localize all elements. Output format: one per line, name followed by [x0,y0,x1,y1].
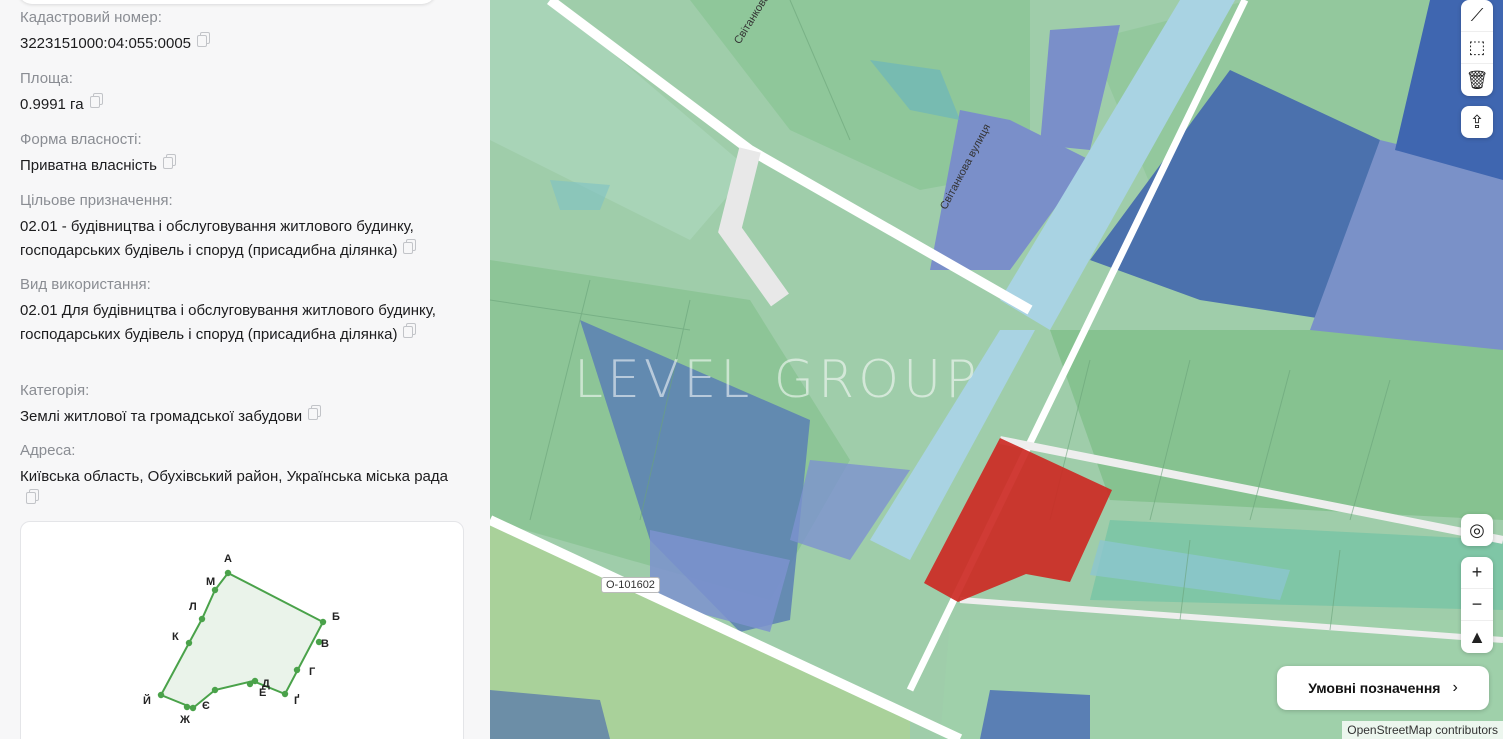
vertex-label: К [172,631,179,643]
copy-icon[interactable] [403,323,417,338]
vertex-label: Й [143,694,151,707]
zoom-in-button[interactable]: + [1461,557,1493,589]
field-purpose: Цільове призначення: 02.01 - будівництва… [20,191,460,263]
draw-tools: ⟋ ⬚ 🗑 [1461,0,1493,96]
trash-icon[interactable]: 🗑 [1461,64,1493,96]
vertex-label: Ґ [294,694,300,707]
field-value: Київська область, Обухівський район, Укр… [20,468,448,485]
parcel-info-panel: Кадастровий номер: 3223151000:04:055:000… [0,0,490,739]
field-category: Категорія: Землі житлової та громадської… [20,381,460,429]
vertex-label: Є [202,700,210,712]
vertex-label: Б [332,611,340,623]
copy-icon[interactable] [403,239,417,254]
polygon-icon[interactable]: ⬚ [1461,32,1493,64]
field-address: Адреса: Київська область, Обухівський ра… [20,441,460,513]
field-value: 0.9991 га [20,96,84,113]
map-attribution[interactable]: OpenStreetMap contributors [1342,721,1503,739]
copy-icon[interactable] [89,93,103,108]
vertex-label: Е [259,687,266,699]
field-label: Категорія: [20,382,90,399]
parcel-shape-card: А Б В Г Ґ Д Е Є Ж Й К Л М [20,521,464,739]
copy-icon[interactable] [308,405,322,420]
field-label: Кадастровий номер: [20,9,162,26]
legend-button-label: Умовні позначення [1308,680,1441,696]
locate-control: ◎ [1461,514,1493,546]
vertex-label: А [224,553,232,565]
field-value: Приватна власність [20,157,157,174]
cadastral-map[interactable]: LEVEL GROUP Світанкова вулиця Світанкова… [490,0,1503,739]
vertex-label: Л [189,601,197,613]
field-label: Форма власності: [20,131,142,148]
field-value: 02.01 Для будівництва і обслуговування ж… [20,302,436,343]
ruler-icon[interactable]: ⟋ [1461,0,1493,32]
vertex-label: В [321,638,329,650]
vertex-label: М [206,576,215,588]
search-card[interactable] [18,0,436,4]
copy-icon[interactable] [26,489,39,504]
field-area: Площа: 0.9991 га [20,69,460,117]
watermark-logo: LEVEL GROUP [574,350,981,410]
field-value: Землі житлової та громадської забудови [20,408,303,425]
field-cadastral-number: Кадастровий номер: 3223151000:04:055:000… [20,8,460,56]
chevron-right-icon: › [1452,679,1458,696]
field-ownership: Форма власності: Приватна власність [20,130,460,178]
field-value: 02.01 - будівництва і обслуговування жит… [20,218,414,259]
parcel-shape-diagram: А Б В Г Ґ Д Е Є Ж Й К Л М [143,553,340,726]
vertex-label: Г [309,666,316,678]
share-control: ⇪ [1461,106,1493,138]
locate-icon[interactable]: ◎ [1461,514,1493,546]
field-label: Цільове призначення: [20,192,173,209]
copy-icon[interactable] [163,154,176,169]
zoom-control: + − ▲ [1461,557,1493,653]
legend-button[interactable]: Умовні позначення › [1277,666,1489,710]
compass-icon[interactable]: ▲ [1461,621,1493,653]
field-label: Адреса: [20,442,76,459]
copy-icon[interactable] [197,32,211,47]
field-label: Вид використання: [20,276,151,293]
field-label: Площа: [20,70,73,87]
vertex-label: Ж [179,714,190,726]
road-number-badge: О-101602 [601,577,660,593]
share-icon[interactable]: ⇪ [1461,106,1493,138]
field-usage: Вид використання: 02.01 Для будівництва … [20,275,460,347]
field-value: 3223151000:04:055:0005 [20,35,192,52]
zoom-out-button[interactable]: − [1461,589,1493,621]
